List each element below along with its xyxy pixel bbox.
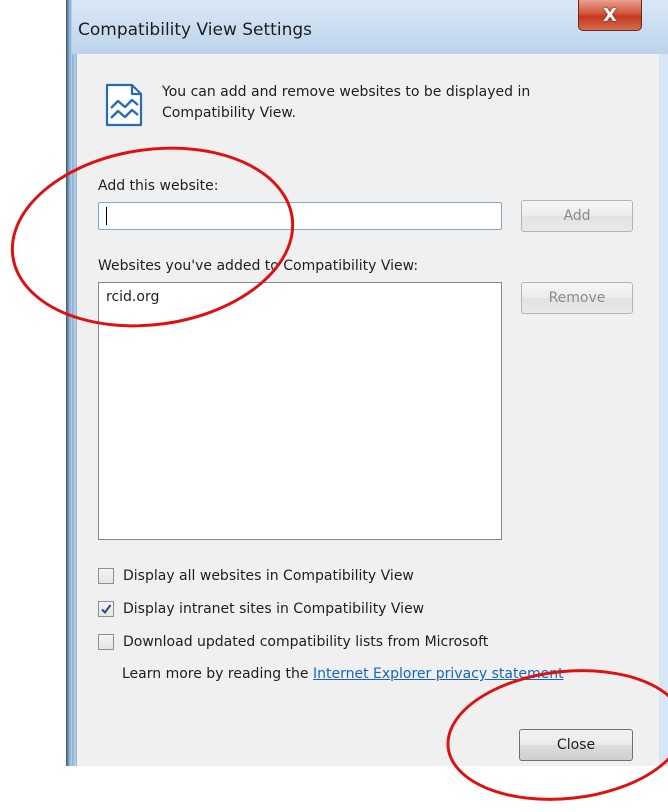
close-button[interactable]: Close	[519, 729, 633, 761]
option-display-all[interactable]: Display all websites in Compatibility Vi…	[98, 567, 414, 585]
window-close-button[interactable]: X	[578, 0, 642, 31]
checkbox-display-all[interactable]	[98, 568, 114, 584]
learn-more-prefix: Learn more by reading the	[122, 666, 313, 682]
option-label: Display all websites in Compatibility Vi…	[123, 568, 414, 584]
info-message: You can add and remove websites to be di…	[162, 84, 531, 121]
list-item[interactable]: rcid.org	[106, 289, 159, 305]
option-display-intranet[interactable]: Display intranet sites in Compatibility …	[98, 600, 424, 618]
add-website-label: Add this website:	[98, 178, 219, 194]
dialog-title: Compatibility View Settings	[78, 20, 312, 40]
add-button[interactable]: Add	[521, 200, 633, 232]
privacy-statement-link[interactable]: Internet Explorer privacy statement	[313, 666, 564, 682]
option-label: Display intranet sites in Compatibility …	[123, 601, 425, 617]
checkbox-download-lists[interactable]	[98, 634, 114, 650]
learn-more-text: Learn more by reading the Internet Explo…	[122, 666, 564, 682]
remove-button[interactable]: Remove	[521, 282, 633, 314]
website-input[interactable]	[98, 202, 502, 230]
compatibility-view-icon	[105, 83, 143, 127]
option-download-lists[interactable]: Download updated compatibility lists fro…	[98, 633, 488, 651]
option-label: Download updated compatibility lists fro…	[123, 634, 489, 650]
checkmark-icon	[101, 604, 112, 615]
text-caret	[106, 207, 107, 225]
websites-list-label: Websites you've added to Compatibility V…	[98, 258, 419, 274]
checkbox-display-intranet[interactable]	[98, 601, 114, 617]
window-border	[66, 0, 72, 766]
websites-list[interactable]: rcid.org	[98, 282, 502, 540]
